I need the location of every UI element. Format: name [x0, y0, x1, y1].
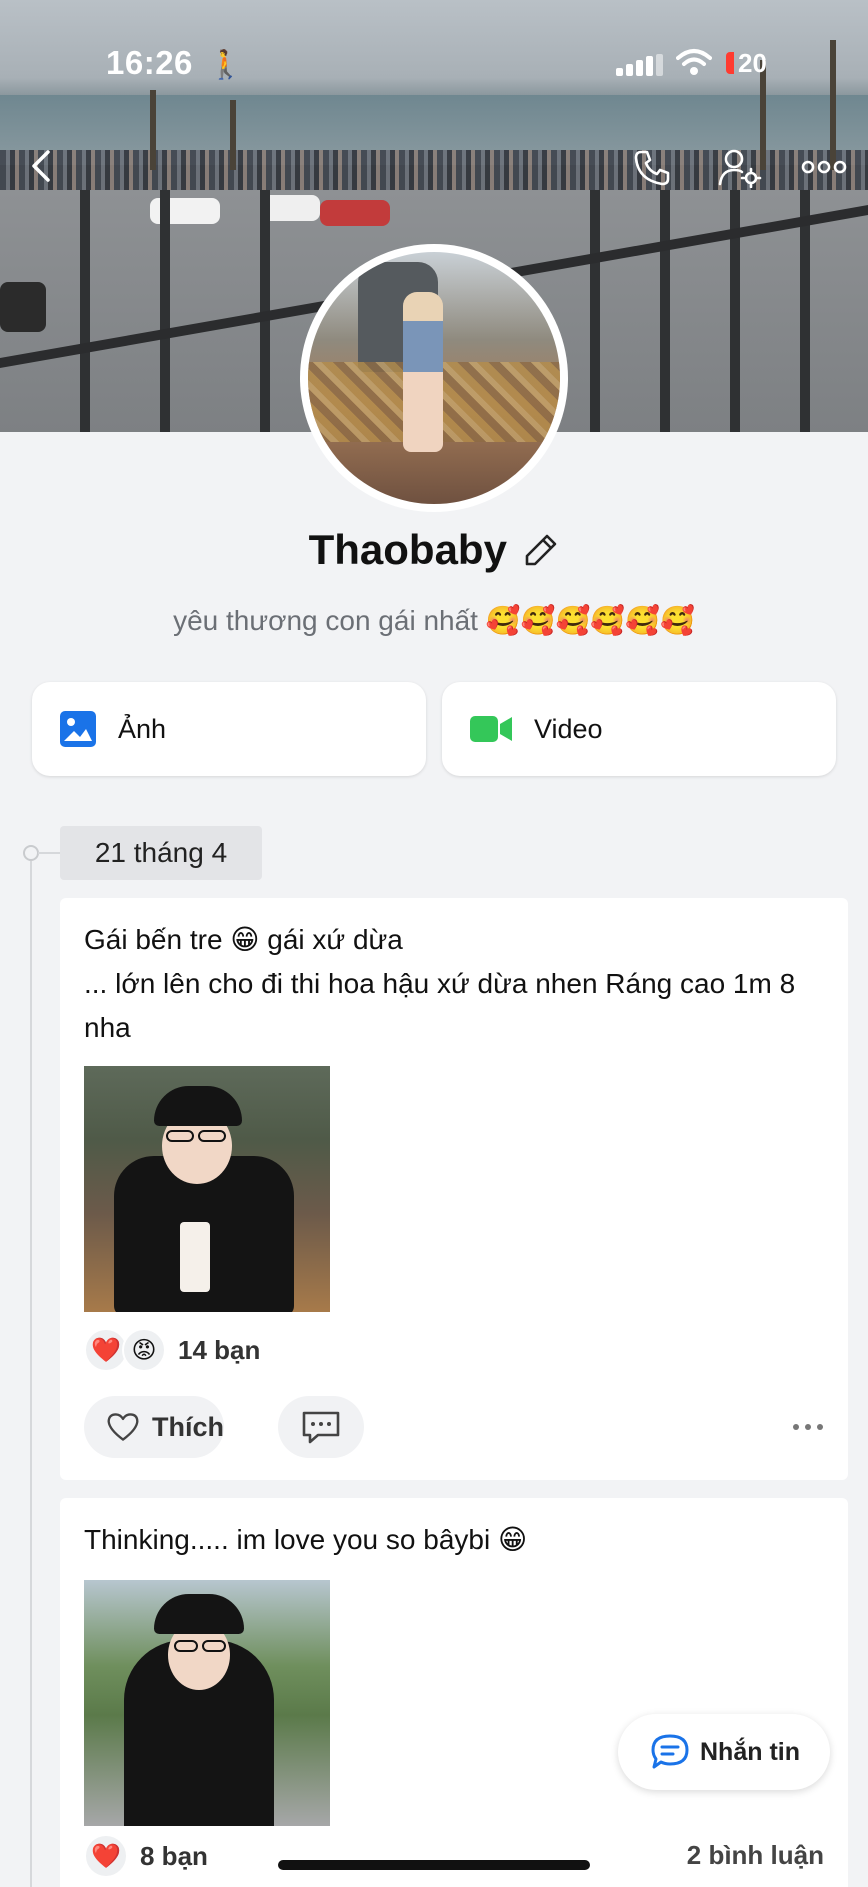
- battery-level: 20: [738, 48, 767, 78]
- user-settings-icon[interactable]: [718, 148, 762, 188]
- heart-icon: [107, 1413, 139, 1441]
- status-time: 16:26: [106, 44, 193, 81]
- cover-railing-post: [660, 190, 670, 432]
- video-camera-icon: [470, 716, 512, 742]
- message-label: Nhắn tin: [700, 1737, 800, 1766]
- photos-button[interactable]: Ảnh: [32, 682, 426, 776]
- profile-avatar[interactable]: [300, 244, 568, 512]
- cover-railing-post: [590, 190, 600, 432]
- videos-button[interactable]: Video: [442, 682, 836, 776]
- wifi-icon: [676, 49, 712, 75]
- post-photo[interactable]: [84, 1066, 330, 1312]
- phone-icon[interactable]: [632, 148, 672, 188]
- comment-count[interactable]: 2 bình luận: [687, 1840, 824, 1871]
- profile-name-row: Thaobaby: [0, 526, 868, 574]
- reactions-summary[interactable]: ❤️ 😡 14 bạn: [84, 1328, 260, 1372]
- timeline-date: 21 tháng 4: [60, 826, 262, 880]
- reaction-count: 8 bạn: [140, 1840, 208, 1871]
- post-more-icon[interactable]: [790, 1412, 826, 1442]
- comment-button[interactable]: [278, 1396, 364, 1458]
- post-card[interactable]: Thinking..... im love you so bâybi 😁 ❤️ …: [60, 1498, 848, 1887]
- edit-pencil-icon[interactable]: [523, 532, 559, 568]
- post-text: Thinking..... im love you so bâybi 😁: [84, 1524, 528, 1555]
- status-bar: 16:26 🚶 20: [0, 0, 868, 120]
- more-options-icon[interactable]: [800, 152, 848, 182]
- photos-label: Ảnh: [118, 713, 167, 744]
- comment-icon: [302, 1411, 340, 1444]
- signal-icon: [616, 54, 663, 76]
- message-button[interactable]: Nhắn tin: [618, 1714, 830, 1790]
- cover-railing-post: [80, 190, 90, 432]
- like-label: Thích: [152, 1411, 224, 1442]
- post-photo[interactable]: [84, 1580, 330, 1826]
- like-button[interactable]: Thích: [84, 1396, 224, 1458]
- post-card[interactable]: Gái bến tre 😁 gái xứ dừa ... lớn lên cho…: [60, 898, 848, 1480]
- cover-railing-post: [160, 190, 170, 432]
- cover-car: [0, 282, 46, 332]
- bio-text: yêu thương con gái nhất: [173, 605, 478, 636]
- post-text: Gái bến tre 😁 gái xứ dừa ... lớn lên cho…: [84, 924, 796, 1043]
- reaction-count: 14 bạn: [178, 1334, 261, 1365]
- profile-bio: yêu thương con gái nhất 🥰🥰🥰🥰🥰🥰: [0, 604, 868, 637]
- image-icon: [60, 711, 96, 747]
- chat-bubble-icon: [651, 1734, 689, 1769]
- timeline-connector: [38, 852, 60, 854]
- profile-name: Thaobaby: [308, 526, 507, 573]
- timeline-dot: [23, 845, 39, 861]
- home-indicator[interactable]: [278, 1860, 590, 1870]
- person-icon: 🚶: [208, 49, 243, 80]
- cover-car: [320, 200, 390, 226]
- reactions-summary[interactable]: ❤️ 8 bạn: [84, 1834, 208, 1878]
- back-icon[interactable]: [28, 148, 52, 184]
- cover-railing-post: [730, 190, 740, 432]
- timeline-line: [30, 852, 32, 1887]
- videos-label: Video: [534, 713, 603, 744]
- bio-emojis: 🥰🥰🥰🥰🥰🥰: [485, 605, 695, 636]
- battery-icon: 20: [726, 48, 778, 78]
- avatar-photo: [308, 252, 560, 504]
- heart-reaction-icon: ❤️: [84, 1834, 128, 1878]
- angry-reaction-icon: 😡: [122, 1328, 166, 1372]
